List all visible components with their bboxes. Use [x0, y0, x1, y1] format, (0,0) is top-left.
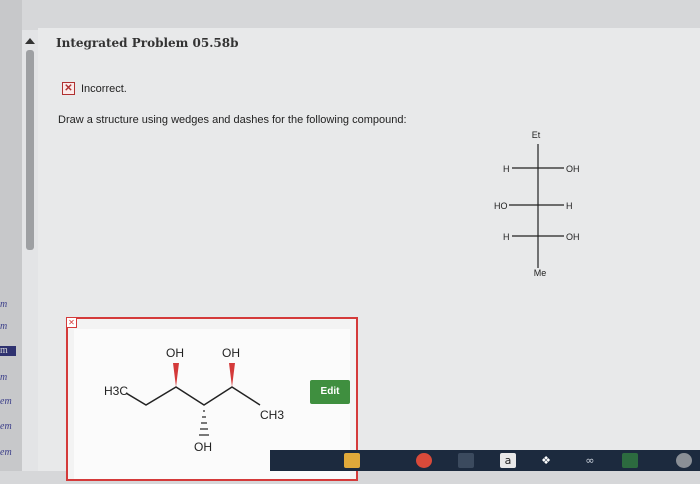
- edit-button[interactable]: Edit: [310, 380, 350, 404]
- answer-status-icon: ✕: [66, 317, 77, 328]
- oh-top-right-label: OH: [222, 346, 240, 360]
- background-mark: em: [0, 447, 12, 458]
- wedge-bond: [229, 363, 235, 387]
- fischer-projection: Et H OH HO H H OH Me: [494, 130, 580, 278]
- amazon-icon[interactable]: a: [500, 453, 516, 468]
- background-mark: em: [0, 396, 12, 407]
- h3c-label: H3C: [104, 384, 128, 398]
- vertical-scrollbar[interactable]: [22, 30, 38, 471]
- taskbar: a ❖ ∞: [270, 450, 700, 471]
- background-mark: em: [0, 421, 12, 432]
- infinity-icon[interactable]: ∞: [582, 453, 598, 468]
- oh-bottom-label: OH: [194, 440, 212, 454]
- background-mark: m: [0, 299, 8, 310]
- oh-top-left-label: OH: [166, 346, 184, 360]
- background-mark: m: [0, 321, 8, 332]
- dash-bond: [199, 410, 209, 436]
- background-mark: m: [0, 372, 8, 383]
- system-tray-icon[interactable]: [676, 453, 692, 468]
- background-mark: m: [0, 346, 16, 356]
- fischer-bottom-label: Me: [534, 268, 547, 278]
- file-explorer-icon[interactable]: [344, 453, 360, 468]
- scroll-thumb[interactable]: [26, 50, 34, 250]
- fischer-row3-right: OH: [566, 232, 580, 242]
- fischer-row1-left: H: [503, 164, 510, 174]
- chrome-icon[interactable]: [416, 453, 432, 468]
- dropbox-icon[interactable]: ❖: [538, 453, 554, 468]
- scroll-up-arrow-icon[interactable]: [25, 38, 35, 44]
- fischer-row2-right: H: [566, 201, 573, 211]
- fischer-row1-right: OH: [566, 164, 580, 174]
- ch3-label: CH3: [260, 408, 284, 422]
- wedge-bond: [173, 363, 179, 387]
- fischer-row3-left: H: [503, 232, 510, 242]
- taskbar-app-icon[interactable]: [622, 453, 638, 468]
- left-background-strip: m m m m em em em: [0, 0, 22, 471]
- carbon-chain: [125, 386, 261, 406]
- store-icon[interactable]: [458, 453, 474, 468]
- fischer-row2-left: HO: [494, 201, 508, 211]
- fischer-top-label: Et: [532, 130, 541, 140]
- problem-page: Integrated Problem 05.58b ✕ Incorrect. D…: [38, 28, 700, 481]
